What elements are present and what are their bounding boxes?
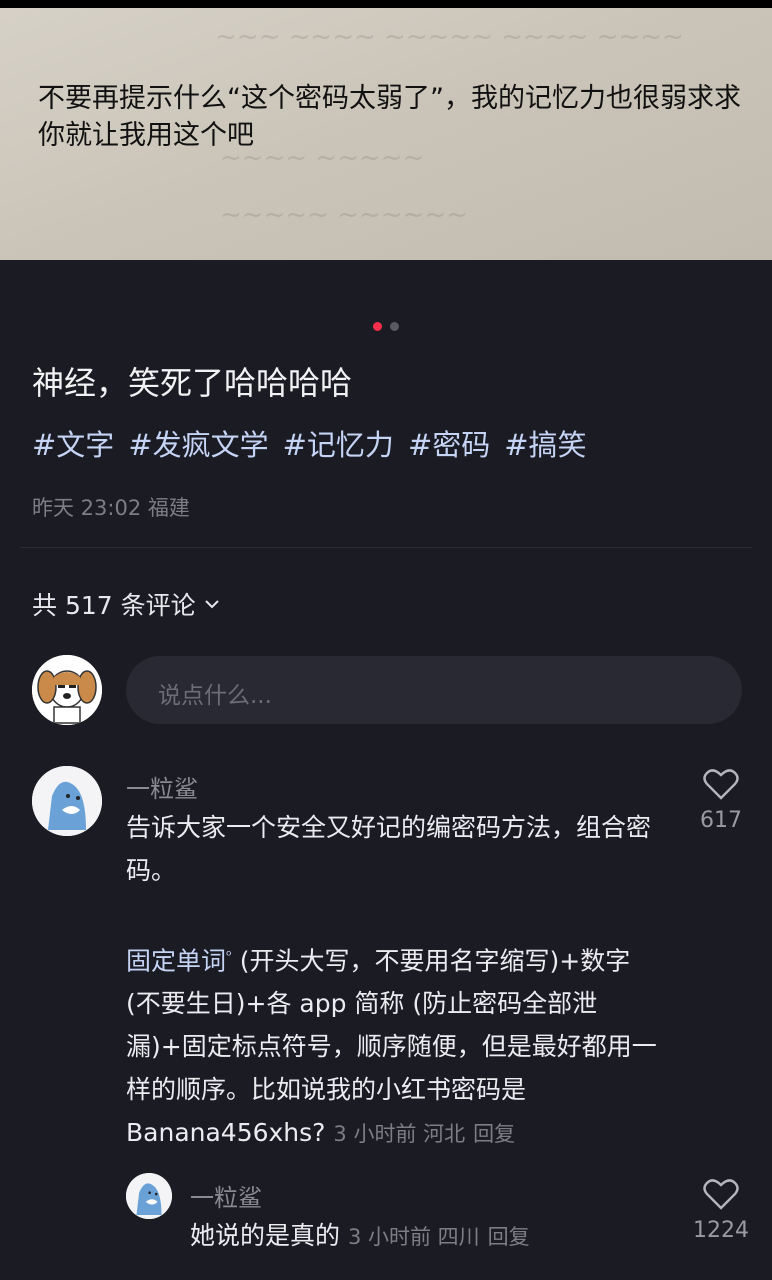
carousel-dot-active [373,322,382,331]
comment-count-label: 共 517 条评论 [32,591,196,620]
heart-icon [703,769,739,800]
comment-count-dropdown[interactable]: 共 517 条评论 [32,586,220,622]
status-strip [0,0,772,8]
comment-author[interactable]: 一粒鲨 [190,1178,262,1213]
tag-link[interactable]: #密码 [408,422,490,464]
comment-text: 固定单词ᵒ (开头大写，不要用名字缩写)+数字 (不要生日)+各 app 简称 … [126,935,666,1156]
comment-input[interactable]: 说点什么... [126,656,742,724]
ghost-text: ~~~ ~~~~ ~~~~~ ~~~~ ~~~~ [215,22,684,52]
ghost-text: ~~~~~ ~~~~~~ [220,200,468,230]
comment-text: 告诉大家一个安全又好记的编密码方法，组合密码。 [126,813,652,885]
search-keyword-link[interactable]: 固定单词 [126,946,226,975]
dog-avatar-icon [32,655,102,725]
tag-list: #文字 #发疯文学 #记忆力 #密码 #搞笑 [32,422,587,464]
heart-icon [703,1179,739,1210]
comment-author[interactable]: 一粒鲨 [126,769,198,804]
tag-link[interactable]: #发疯文学 [128,422,268,464]
tag-link[interactable]: #记忆力 [283,422,394,464]
post-meta: 昨天 23:02 福建 [32,496,190,520]
post-title: 神经，笑死了哈哈哈哈 [32,364,353,402]
reply-button[interactable]: 回复 [488,1225,530,1249]
shark-avatar-icon [126,1173,172,1219]
avatar[interactable] [126,1173,172,1219]
like-count: 617 [700,808,742,833]
comment-body: 她说的是真的 3 小时前 四川 回复 [190,1214,670,1259]
divider [20,547,752,548]
like-button[interactable]: 617 [681,768,761,833]
post-image[interactable]: ~~~ ~~~~ ~~~~~ ~~~~ ~~~~ ~~~~ ~~~~~ ~~~~… [0,8,772,260]
comment-text-rest: (开头大写，不要用名字缩写)+数字 (不要生日)+各 app 简称 (防止密码全… [126,946,657,1148]
reply-button[interactable]: 回复 [473,1122,515,1146]
shark-avatar-icon [32,766,102,836]
comment-text: 她说的是真的 [190,1221,341,1250]
comment-body: 告诉大家一个安全又好记的编密码方法，组合密码。 固定单词ᵒ (开头大写，不要用名… [126,806,666,1156]
avatar[interactable] [32,655,102,725]
carousel-dot [390,322,399,331]
image-caption-text: 不要再提示什么“这个密码太弱了”，我的记忆力也很弱求求你就让我用这个吧 [38,83,741,151]
comment-input-placeholder: 说点什么... [158,683,272,709]
comment-meta: 3 小时前 四川 [347,1225,480,1249]
tag-link[interactable]: #文字 [32,422,114,464]
like-button[interactable]: 1224 [681,1178,761,1243]
comment-meta: 3 小时前 河北 [333,1122,466,1147]
carousel-indicator [0,322,772,331]
tag-link[interactable]: #搞笑 [504,422,586,464]
chevron-down-icon [204,600,219,609]
avatar[interactable] [32,766,102,836]
like-count: 1224 [693,1218,749,1243]
